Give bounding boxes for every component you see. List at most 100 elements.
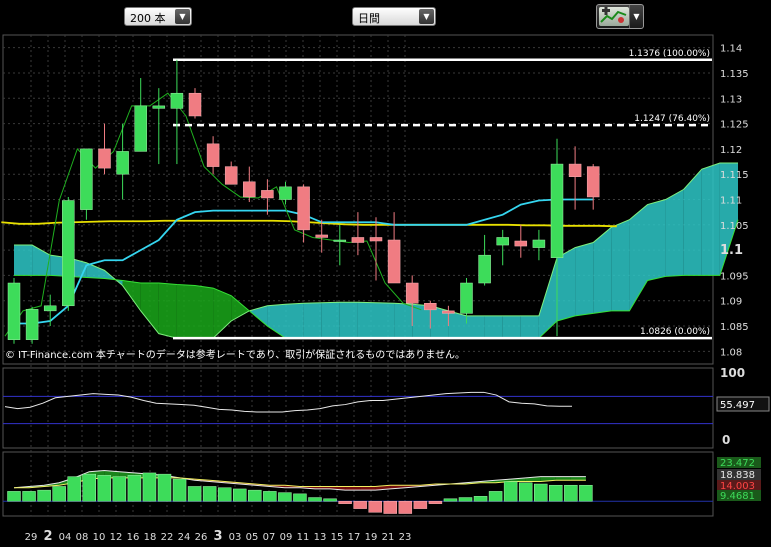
y-tick-label: 1.08 bbox=[720, 347, 742, 358]
y-tick-label: 1.105 bbox=[720, 221, 749, 232]
fib-level-label: 1.1376 (100.00%) bbox=[629, 49, 710, 59]
candle bbox=[387, 212, 401, 284]
candle bbox=[224, 161, 238, 185]
candle-body bbox=[351, 237, 365, 243]
candle bbox=[243, 166, 256, 203]
x-tick-label: 11 bbox=[297, 532, 310, 543]
cloud-segment bbox=[502, 315, 521, 339]
histogram-bar bbox=[503, 481, 518, 502]
oscillator-panel: 100 0 55.497 bbox=[3, 366, 770, 447]
y-tick-label: 1.1 bbox=[720, 243, 743, 258]
cloud-segment bbox=[14, 245, 33, 276]
macd-fill-segment bbox=[360, 486, 376, 491]
x-tick-label: 16 bbox=[127, 532, 140, 543]
histogram-bar bbox=[413, 500, 428, 509]
x-tick-label: 23 bbox=[399, 532, 412, 543]
macd-fill-segment bbox=[345, 486, 361, 491]
histogram-bar bbox=[142, 472, 157, 502]
candle bbox=[586, 164, 600, 210]
copyright-note: © IT-Finance.com 本チャートのデータは参考レートであり、取引が保… bbox=[5, 348, 465, 361]
macd-value-label: 9.4681 bbox=[720, 491, 755, 502]
candle-body bbox=[224, 166, 238, 185]
histogram-bar bbox=[263, 491, 277, 502]
candle-body bbox=[369, 237, 383, 242]
cloud-segment bbox=[213, 288, 232, 339]
oscillator-tick-label: 0 bbox=[722, 433, 730, 447]
candle-body bbox=[98, 148, 111, 169]
candle-body bbox=[442, 310, 455, 314]
histogram-bar bbox=[127, 475, 142, 502]
candle-body bbox=[514, 240, 528, 247]
x-tick-label: 21 bbox=[382, 532, 395, 543]
cloud-segment bbox=[303, 302, 322, 339]
histogram-bar bbox=[172, 478, 187, 502]
cloud-segment bbox=[683, 169, 702, 276]
candle-body bbox=[315, 234, 328, 238]
oscillator-last-value: 55.497 bbox=[720, 400, 755, 411]
candle bbox=[98, 123, 111, 175]
histogram-bar bbox=[534, 483, 548, 502]
histogram-bar bbox=[564, 484, 578, 502]
x-tick-label: 03 bbox=[229, 532, 242, 543]
macd-fill-segment bbox=[555, 476, 571, 481]
candle bbox=[80, 148, 93, 220]
y-tick-label: 1.11 bbox=[720, 196, 742, 207]
cloud-segment bbox=[357, 302, 376, 339]
histogram-bar bbox=[353, 500, 367, 509]
histogram-bar bbox=[278, 492, 292, 502]
candle-body bbox=[333, 239, 347, 242]
histogram-bar bbox=[293, 493, 307, 502]
macd-value-label: 18.838 bbox=[720, 470, 755, 481]
x-tick-label: 26 bbox=[195, 532, 208, 543]
candle-body bbox=[188, 92, 202, 117]
candle-body bbox=[550, 163, 564, 258]
candle bbox=[297, 184, 310, 243]
candle-body bbox=[568, 163, 582, 177]
candle-body bbox=[134, 105, 147, 152]
candle-body bbox=[532, 239, 546, 248]
cloud-segment bbox=[611, 219, 630, 311]
candle-body bbox=[80, 148, 93, 210]
macd-value-label: 23.472 bbox=[720, 458, 755, 469]
y-tick-label: 1.09 bbox=[720, 297, 742, 308]
candle bbox=[279, 181, 292, 205]
cloud-segment bbox=[176, 284, 195, 339]
cloud-segment bbox=[466, 315, 485, 339]
histogram-bar bbox=[97, 475, 112, 502]
x-tick-label: 3 bbox=[213, 529, 222, 544]
candle bbox=[206, 136, 220, 175]
x-tick-label: 07 bbox=[263, 532, 276, 543]
candle bbox=[116, 123, 129, 200]
cloud-segment bbox=[647, 199, 666, 281]
histogram-bar bbox=[549, 484, 563, 502]
cloud-segment bbox=[195, 285, 214, 339]
histogram-bar bbox=[398, 500, 413, 514]
candle bbox=[7, 277, 21, 344]
candle bbox=[496, 229, 509, 266]
histogram-bar bbox=[37, 489, 51, 502]
histogram-bar bbox=[473, 496, 488, 502]
cloud-segment bbox=[701, 163, 720, 276]
y-tick-label: 1.13 bbox=[720, 94, 742, 105]
x-tick-label: 04 bbox=[59, 532, 72, 543]
fib-level-label: 1.1247 (76.40%) bbox=[634, 114, 710, 124]
oscillator-line bbox=[4, 391, 572, 413]
histogram-bar bbox=[579, 484, 593, 502]
x-tick-label: 05 bbox=[246, 532, 259, 543]
cloud-segment bbox=[321, 302, 340, 339]
candle bbox=[152, 88, 166, 165]
y-tick-label: 1.095 bbox=[720, 271, 749, 282]
oscillator-panel-frame bbox=[2, 367, 714, 449]
cloud-segment bbox=[376, 302, 395, 339]
x-tick-label: 19 bbox=[365, 532, 378, 543]
candle bbox=[532, 229, 546, 261]
histogram-bar bbox=[157, 473, 172, 502]
candle bbox=[514, 224, 528, 258]
candle bbox=[333, 224, 347, 266]
fib-level-label: 1.0826 (0.00%) bbox=[640, 327, 710, 337]
candle bbox=[261, 179, 274, 215]
candle-body bbox=[116, 151, 129, 175]
histogram-bar bbox=[308, 497, 322, 502]
cloud-segment bbox=[394, 303, 413, 339]
cloud-segment bbox=[520, 315, 539, 339]
